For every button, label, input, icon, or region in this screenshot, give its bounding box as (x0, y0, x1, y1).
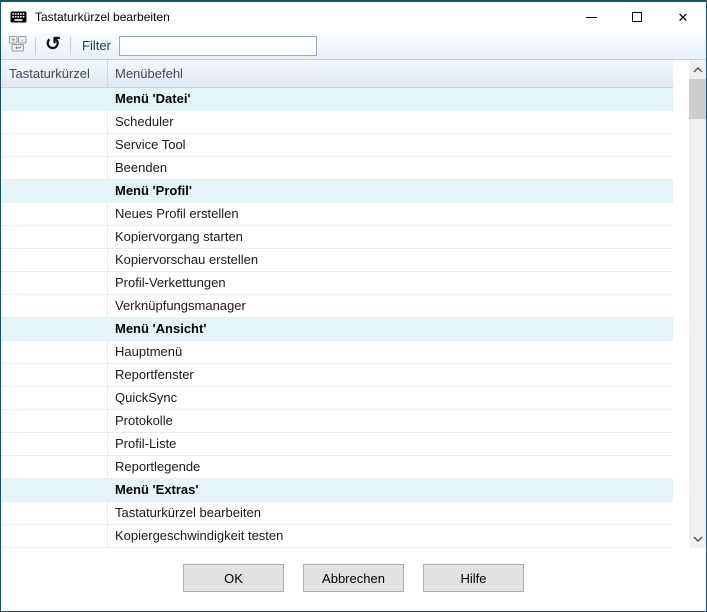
table-row[interactable]: Beenden (1, 157, 673, 180)
command-cell: Menü 'Profil' (108, 180, 673, 202)
scroll-down-button[interactable] (689, 529, 706, 546)
command-cell: Menü 'Datei' (108, 88, 673, 110)
table-header: Tastaturkürzel Menübefehl (1, 60, 673, 88)
shortcut-cell (1, 157, 108, 179)
toolbar-separator (70, 37, 71, 55)
table-row[interactable]: Hauptmenü (1, 341, 673, 364)
window-controls: ✕ (568, 2, 706, 32)
shortcut-cell (1, 134, 108, 156)
keyboard-keys-icon (8, 35, 28, 56)
table-row[interactable]: Neues Profil erstellen (1, 203, 673, 226)
scrollbar-thumb[interactable] (689, 79, 706, 119)
table-row[interactable]: Reportlegende (1, 456, 673, 479)
table-row-section[interactable]: Menü 'Datei' (1, 88, 673, 111)
shortcut-cell (1, 295, 108, 317)
shortcut-cell (1, 387, 108, 409)
command-cell: Neues Profil erstellen (108, 203, 673, 225)
command-cell: Profil-Verkettungen (108, 272, 673, 294)
table-row[interactable]: QuickSync (1, 387, 673, 410)
command-cell: Menü 'Ansicht' (108, 318, 673, 340)
command-cell: Kopiergeschwindigkeit testen (108, 525, 673, 547)
assign-shortcut-button[interactable] (6, 34, 30, 58)
shortcut-cell (1, 203, 108, 225)
shortcut-cell (1, 502, 108, 524)
command-cell: Scheduler (108, 111, 673, 133)
command-cell: Kopiervorgang starten (108, 226, 673, 248)
table-row[interactable]: Tastaturkürzel bearbeiten (1, 502, 673, 525)
command-cell: Protokolle (108, 410, 673, 432)
undo-icon: ↺ (45, 35, 61, 54)
filter-input[interactable] (119, 36, 317, 56)
table-row[interactable]: Kopiergeschwindigkeit testen (1, 525, 673, 548)
shortcut-cell (1, 479, 108, 501)
table-row-section[interactable]: Menü 'Extras' (1, 479, 673, 502)
command-cell: Profil-Liste (108, 433, 673, 455)
keyboard-icon (10, 11, 27, 23)
dialog-window: Tastaturkürzel bearbeiten ✕ (0, 0, 707, 612)
table-row[interactable]: Reportfenster (1, 364, 673, 387)
shortcut-cell (1, 364, 108, 386)
table-row[interactable]: Kopiervorgang starten (1, 226, 673, 249)
cancel-button[interactable]: Abbrechen (303, 564, 404, 592)
vertical-scrollbar[interactable] (689, 60, 706, 548)
table-row[interactable]: Scheduler (1, 111, 673, 134)
shortcut-cell (1, 272, 108, 294)
toolbar-separator (35, 37, 36, 55)
toolbar: ↺ Filter (1, 32, 706, 60)
table-row-section[interactable]: Menü 'Profil' (1, 180, 673, 203)
shortcut-cell (1, 111, 108, 133)
maximize-button[interactable] (614, 2, 660, 32)
shortcut-cell (1, 525, 108, 547)
column-header-command[interactable]: Menübefehl (108, 60, 673, 87)
chevron-up-icon (693, 60, 703, 78)
command-cell: Hauptmenü (108, 341, 673, 363)
reset-shortcuts-button[interactable]: ↺ (41, 34, 65, 58)
table-row-section[interactable]: Menü 'Ansicht' (1, 318, 673, 341)
command-cell: Service Tool (108, 134, 673, 156)
command-cell: Verknüpfungsmanager (108, 295, 673, 317)
table-row[interactable]: Service Tool (1, 134, 673, 157)
table-row[interactable]: Verknüpfungsmanager (1, 295, 673, 318)
minimize-button[interactable] (568, 2, 614, 32)
ok-button[interactable]: OK (183, 564, 284, 592)
command-cell: QuickSync (108, 387, 673, 409)
title-bar: Tastaturkürzel bearbeiten ✕ (1, 2, 706, 32)
table-body: Menü 'Datei'SchedulerService ToolBeenden… (1, 88, 673, 548)
column-header-shortcut[interactable]: Tastaturkürzel (1, 60, 108, 87)
close-button[interactable]: ✕ (660, 2, 706, 32)
shortcut-cell (1, 180, 108, 202)
shortcut-cell (1, 88, 108, 110)
window-title: Tastaturkürzel bearbeiten (35, 10, 170, 24)
shortcut-cell (1, 456, 108, 478)
shortcut-table: Tastaturkürzel Menübefehl Menü 'Datei'Sc… (1, 60, 706, 548)
close-icon: ✕ (678, 11, 689, 24)
command-cell: Reportfenster (108, 364, 673, 386)
command-cell: Kopiervorschau erstellen (108, 249, 673, 271)
command-cell: Reportlegende (108, 456, 673, 478)
chevron-down-icon (693, 529, 703, 547)
shortcut-cell (1, 410, 108, 432)
scroll-up-button[interactable] (689, 60, 706, 77)
table-row[interactable]: Profil-Liste (1, 433, 673, 456)
footer: OK Abbrechen Hilfe (1, 548, 706, 611)
command-cell: Menü 'Extras' (108, 479, 673, 501)
shortcut-cell (1, 433, 108, 455)
shortcut-cell (1, 318, 108, 340)
command-cell: Tastaturkürzel bearbeiten (108, 502, 673, 524)
help-button[interactable]: Hilfe (423, 564, 524, 592)
table-row[interactable]: Kopiervorschau erstellen (1, 249, 673, 272)
command-cell: Beenden (108, 157, 673, 179)
shortcut-cell (1, 341, 108, 363)
table-row[interactable]: Protokolle (1, 410, 673, 433)
filter-label: Filter (82, 38, 111, 53)
shortcut-cell (1, 249, 108, 271)
maximize-icon (632, 12, 642, 22)
table-row[interactable]: Profil-Verkettungen (1, 272, 673, 295)
shortcut-cell (1, 226, 108, 248)
minimize-icon (586, 17, 597, 18)
